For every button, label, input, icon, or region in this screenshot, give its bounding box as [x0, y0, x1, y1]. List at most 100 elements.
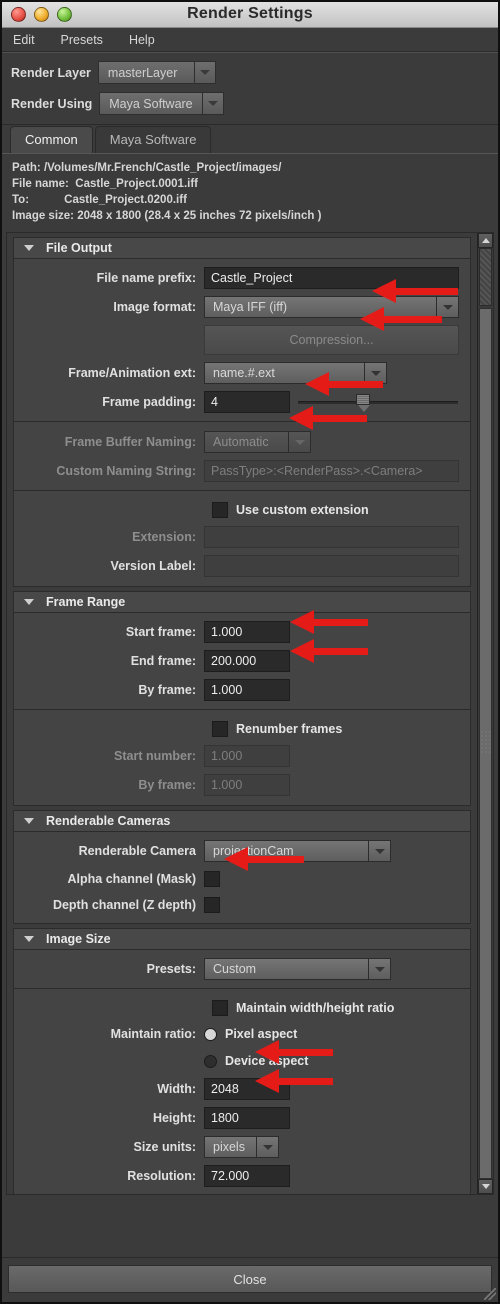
image-format-value: Maya IFF (iff) [204, 296, 436, 318]
scrollbar-thumb[interactable] [479, 248, 492, 306]
section-image-size: Image Size Presets: Custom Maintain widt [13, 928, 471, 1194]
maintain-ratio-label: Maintain ratio: [110, 1027, 196, 1041]
maintain-wh-ratio-row[interactable]: Maintain width/height ratio [14, 997, 470, 1019]
alpha-channel-row[interactable]: Alpha channel (Mask) [14, 868, 470, 889]
presets-label: Presets: [146, 962, 196, 976]
file-output-header[interactable]: File Output [13, 237, 471, 259]
renderable-camera-dropdown[interactable]: projectionCam [204, 840, 391, 862]
compression-row: Compression... [14, 324, 470, 356]
by-frame-input[interactable]: 1.000 [204, 679, 290, 701]
depth-channel-checkbox[interactable] [204, 896, 220, 913]
close-button[interactable]: Close [8, 1265, 492, 1293]
to-file-line: To: Castle_Project.0200.iff [12, 194, 187, 206]
slider-thumb[interactable] [356, 394, 370, 412]
render-using-dropdown[interactable]: Maya Software [99, 92, 224, 115]
collapse-triangle-icon [24, 599, 34, 605]
tab-bar: Common Maya Software [2, 125, 498, 153]
device-aspect-label: Device aspect [225, 1054, 309, 1068]
pixel-aspect-label: Pixel aspect [225, 1027, 298, 1041]
end-frame-input[interactable]: 200.000 [204, 650, 290, 672]
frame-buffer-group: Frame Buffer Naming: Automatic Custom Na… [14, 421, 470, 483]
frame-animation-ext-row: Frame/Animation ext: name.#.ext [14, 361, 470, 385]
custom-naming-string-row: Custom Naming String: PassType>:<RenderP… [14, 459, 470, 483]
image-format-dropdown[interactable]: Maya IFF (iff) [204, 296, 459, 318]
menu-bar: Edit Presets Help [2, 28, 498, 52]
path-info: Path: /Volumes/Mr.French/Castle_Project/… [2, 153, 498, 232]
frame-padding-label: Frame padding: [102, 395, 196, 409]
section-frame-range: Frame Range Start frame: 1.000 End frame… [13, 591, 471, 806]
pixel-aspect-radio[interactable] [204, 1027, 217, 1041]
triangle-down-icon [481, 1184, 490, 1189]
scroll-up-button[interactable] [478, 233, 493, 248]
start-number-input: 1.000 [204, 745, 290, 767]
frame-buffer-naming-value: Automatic [204, 431, 288, 453]
renderable-cameras-header[interactable]: Renderable Cameras [13, 810, 471, 832]
alpha-channel-checkbox[interactable] [204, 870, 220, 887]
scrollbar-track[interactable] [478, 248, 493, 1179]
frame-range-header[interactable]: Frame Range [13, 591, 471, 613]
width-label: Width: [157, 1082, 196, 1096]
use-custom-extension-row[interactable]: Use custom extension [14, 499, 470, 521]
render-layer-dropdown[interactable]: masterLayer [97, 61, 216, 84]
device-aspect-radio[interactable] [204, 1054, 217, 1068]
frame-padding-input[interactable]: 4 [204, 391, 290, 413]
compression-button[interactable]: Compression... [204, 325, 459, 355]
start-frame-input[interactable]: 1.000 [204, 621, 290, 643]
renumber-frames-label: Renumber frames [236, 722, 343, 736]
chevron-down-icon [436, 296, 459, 318]
height-label: Height: [152, 1111, 196, 1125]
presets-dropdown[interactable]: Custom [204, 958, 391, 980]
depth-channel-row[interactable]: Depth channel (Z depth) [14, 894, 470, 915]
panel-resize-grip[interactable] [480, 730, 493, 754]
path-line: Path: /Volumes/Mr.French/Castle_Project/… [12, 162, 282, 174]
resolution-input[interactable]: 72.000 [204, 1165, 290, 1187]
scroll-down-button[interactable] [478, 1179, 493, 1194]
start-number-row: Start number: 1.000 [14, 744, 470, 768]
resolution-row: Resolution: 72.000 [14, 1164, 470, 1188]
collapse-triangle-icon [24, 936, 34, 942]
chevron-down-icon [193, 61, 216, 84]
version-label-row: Version Label: [14, 554, 470, 578]
vertical-scrollbar[interactable] [477, 233, 493, 1194]
tab-maya-software[interactable]: Maya Software [94, 126, 212, 153]
size-fields-group: Maintain width/height ratio Maintain rat… [14, 988, 470, 1194]
frame-buffer-naming-row: Frame Buffer Naming: Automatic [14, 430, 470, 454]
renderable-cameras-title: Renderable Cameras [46, 814, 171, 828]
height-input[interactable]: 1800 [204, 1107, 290, 1129]
render-layer-value: masterLayer [97, 61, 194, 84]
frame-padding-slider[interactable] [298, 391, 458, 413]
menu-item-help[interactable]: Help [126, 31, 158, 49]
maintain-width-height-ratio-checkbox[interactable] [212, 1000, 228, 1016]
render-using-row: Render Using Maya Software [2, 91, 498, 116]
size-units-row: Size units: pixels [14, 1135, 470, 1159]
width-input[interactable]: 2048 [204, 1078, 290, 1100]
render-settings-window: Render Settings Edit Presets Help Render… [0, 0, 500, 1304]
file-name-prefix-input[interactable]: Castle_Project [204, 267, 459, 289]
height-row: Height: 1800 [14, 1106, 470, 1130]
file-name-prefix-label: File name prefix: [96, 271, 196, 285]
presets-row: Presets: Custom [14, 957, 470, 981]
menu-item-edit[interactable]: Edit [10, 31, 38, 49]
maintain-ratio-device-row[interactable]: Device aspect [14, 1050, 470, 1072]
tab-common[interactable]: Common [10, 126, 93, 153]
window-resize-grip-icon[interactable] [484, 1288, 496, 1300]
renumber-frames-checkbox[interactable] [212, 721, 228, 737]
frame-range-title: Frame Range [46, 595, 126, 609]
menu-item-presets[interactable]: Presets [58, 31, 106, 49]
image-size-header[interactable]: Image Size [13, 928, 471, 950]
chevron-down-icon [368, 840, 391, 862]
frame-animation-ext-dropdown[interactable]: name.#.ext [204, 362, 387, 384]
image-size-title: Image Size [46, 932, 111, 946]
use-custom-extension-checkbox[interactable] [212, 502, 228, 518]
renderable-camera-row: Renderable Camera projectionCam [14, 839, 470, 863]
maintain-ratio-pixel-row[interactable]: Maintain ratio: Pixel aspect [14, 1023, 470, 1045]
version-label-input[interactable] [204, 555, 459, 577]
by-frame-row: By frame: 1.000 [14, 678, 470, 702]
renumber-group: Renumber frames Start number: 1.000 By f… [14, 709, 470, 797]
renumber-frames-row[interactable]: Renumber frames [14, 718, 470, 740]
extension-label: Extension: [132, 530, 196, 544]
renderable-camera-value: projectionCam [204, 840, 368, 862]
size-units-dropdown[interactable]: pixels [204, 1136, 279, 1158]
chevron-down-icon [368, 958, 391, 980]
frame-buffer-naming-dropdown: Automatic [204, 431, 311, 453]
